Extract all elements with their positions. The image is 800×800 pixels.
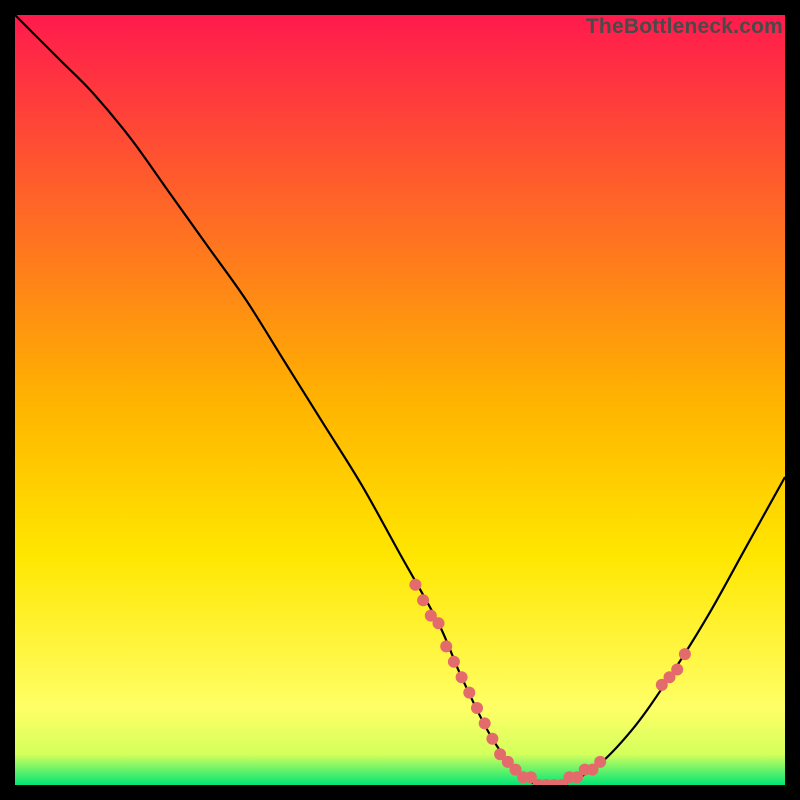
curve-marker: [440, 640, 452, 652]
curve-marker: [594, 756, 606, 768]
chart-svg: [15, 15, 785, 785]
curve-marker: [409, 579, 421, 591]
curve-marker: [433, 617, 445, 629]
curve-marker: [679, 648, 691, 660]
curve-marker: [417, 594, 429, 606]
curve-marker: [456, 671, 468, 683]
chart-frame: TheBottleneck.com: [15, 15, 785, 785]
watermark-text: TheBottleneck.com: [586, 15, 783, 39]
curve-marker: [463, 687, 475, 699]
curve-marker: [471, 702, 483, 714]
curve-marker: [671, 664, 683, 676]
chart-background: [15, 15, 785, 785]
curve-marker: [486, 733, 498, 745]
curve-marker: [479, 717, 491, 729]
curve-marker: [448, 656, 460, 668]
